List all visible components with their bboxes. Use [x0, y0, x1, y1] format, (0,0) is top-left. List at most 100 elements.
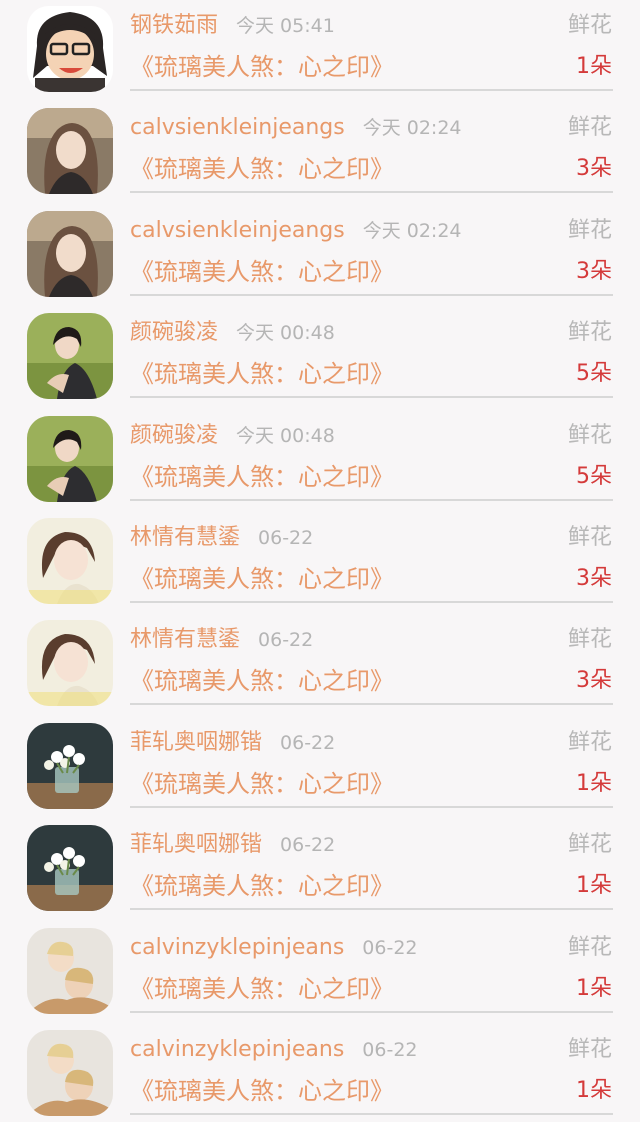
flower-count: 1朵: [576, 975, 612, 1001]
list-item[interactable]: 林情有慧鋈 06-22 鲜花 《琉璃美人煞：心之印》 3朵: [0, 512, 640, 614]
avatar[interactable]: [27, 1030, 113, 1116]
avatar[interactable]: [27, 415, 113, 502]
book-title[interactable]: 《琉璃美人煞：心之印》: [130, 562, 394, 596]
divider: [130, 1010, 613, 1013]
flower-count: 3朵: [576, 668, 612, 694]
flower-count: 3朵: [576, 258, 612, 284]
flower-gift-list: 钢铁茹雨 今天 05:41 鲜花 《琉璃美人煞：心之印》 1朵 calvsienk…: [0, 0, 640, 1122]
list-item[interactable]: calvsienkleinjeangs 今天 02:24 鲜花 《琉璃美人煞：心之…: [0, 102, 640, 204]
gift-type-label: 鲜花: [567, 217, 612, 243]
list-item[interactable]: 颜碗骏凌 今天 00:48 鲜花 《琉璃美人煞：心之印》 5朵: [0, 410, 640, 512]
gift-type-label: 鲜花: [567, 1037, 612, 1062]
gift-time: 06-22: [280, 731, 336, 754]
divider: [130, 1113, 613, 1115]
divider: [130, 191, 613, 194]
user-name[interactable]: calvinzyklepinjeans 06-22: [130, 1034, 418, 1066]
list-item[interactable]: 林情有慧鋈 06-22 鲜花 《琉璃美人煞：心之印》 3朵: [0, 614, 640, 716]
book-title[interactable]: 《琉璃美人煞：心之印》: [130, 255, 394, 289]
avatar[interactable]: [27, 6, 113, 92]
gift-time: 今天 05:41: [236, 15, 335, 37]
user-name[interactable]: 林情有慧鋈 06-22: [130, 522, 313, 554]
flower-count: 1朵: [576, 873, 612, 899]
avatar[interactable]: [27, 108, 113, 195]
gift-time: 今天 02:24: [362, 117, 462, 140]
gift-type-label: 鲜花: [567, 832, 612, 858]
gift-type-label: 鲜花: [567, 934, 612, 960]
flowers-avatar-icon: [27, 825, 113, 912]
list-item[interactable]: calvsienkleinjeangs 今天 02:24 鲜花 《琉璃美人煞：心之…: [0, 205, 640, 307]
gift-type-label: 鲜花: [567, 729, 612, 755]
flower-count: 3朵: [576, 156, 612, 182]
divider: [130, 293, 613, 296]
book-title[interactable]: 《琉璃美人煞：心之印》: [130, 152, 394, 186]
photo-avatar-icon: [27, 1030, 113, 1116]
divider: [130, 805, 613, 808]
book-title[interactable]: 《琉璃美人煞：心之印》: [130, 767, 394, 801]
gift-time: 今天 02:24: [362, 219, 462, 242]
gift-time: 06-22: [362, 936, 418, 959]
list-item[interactable]: 钢铁茹雨 今天 05:41 鲜花 《琉璃美人煞：心之印》 1朵: [0, 0, 640, 102]
user-name[interactable]: 颜碗骏凌 今天 00:48: [130, 420, 335, 452]
photo-avatar-icon: [27, 108, 113, 195]
avatar[interactable]: [27, 620, 113, 707]
gift-type-label: 鲜花: [567, 320, 612, 346]
avatar[interactable]: [27, 210, 113, 297]
gift-type-label: 鲜花: [567, 13, 612, 38]
photo-avatar-icon: [27, 210, 113, 297]
avatar[interactable]: [27, 518, 113, 604]
list-item[interactable]: calvinzyklepinjeans 06-22 鲜花 《琉璃美人煞：心之印》 …: [0, 1024, 640, 1122]
user-name[interactable]: 菲轧奥咽娜锴 06-22: [130, 727, 335, 759]
list-item[interactable]: 菲轧奥咽娜锴 06-22 鲜花 《琉璃美人煞：心之印》 1朵: [0, 819, 640, 921]
user-name[interactable]: calvsienkleinjeangs 今天 02:24: [130, 215, 462, 247]
flower-count: 1朵: [576, 54, 612, 79]
book-title[interactable]: 《琉璃美人煞：心之印》: [130, 1074, 394, 1108]
book-title[interactable]: 《琉璃美人煞：心之印》: [130, 50, 394, 84]
list-item[interactable]: calvinzyklepinjeans 06-22 鲜花 《琉璃美人煞：心之印》 …: [0, 922, 640, 1024]
user-name[interactable]: calvinzyklepinjeans 06-22: [130, 932, 418, 964]
avatar[interactable]: [27, 927, 113, 1014]
flower-count: 5朵: [576, 361, 612, 387]
gift-time: 今天 00:48: [236, 424, 335, 447]
list-item[interactable]: 颜碗骏凌 今天 00:48 鲜花 《琉璃美人煞：心之印》 5朵: [0, 307, 640, 409]
gift-type-label: 鲜花: [567, 627, 612, 653]
flower-count: 5朵: [576, 463, 612, 489]
cartoon-avatar-icon: [27, 6, 113, 92]
gift-time: 今天 00:48: [236, 322, 335, 345]
flower-count: 1朵: [576, 1078, 612, 1103]
book-title[interactable]: 《琉璃美人煞：心之印》: [130, 460, 394, 494]
avatar[interactable]: [27, 722, 113, 809]
photo-avatar-icon: [27, 518, 113, 604]
book-title[interactable]: 《琉璃美人煞：心之印》: [130, 869, 394, 903]
divider: [130, 908, 613, 911]
photo-avatar-icon: [27, 620, 113, 707]
list-item[interactable]: 菲轧奥咽娜锴 06-22 鲜花 《琉璃美人煞：心之印》 1朵: [0, 717, 640, 819]
book-title[interactable]: 《琉璃美人煞：心之印》: [130, 664, 394, 698]
gift-time: 06-22: [362, 1039, 418, 1061]
user-name[interactable]: 颜碗骏凌 今天 00:48: [130, 317, 335, 349]
gift-time: 06-22: [258, 629, 314, 652]
gift-type-label: 鲜花: [567, 422, 612, 448]
divider: [130, 89, 613, 91]
photo-avatar-icon: [27, 313, 113, 400]
flowers-avatar-icon: [27, 722, 113, 809]
flower-count: 1朵: [576, 770, 612, 796]
photo-avatar-icon: [27, 927, 113, 1014]
user-name[interactable]: 钢铁茹雨 今天 05:41: [130, 10, 335, 42]
gift-time: 06-22: [280, 834, 336, 857]
book-title[interactable]: 《琉璃美人煞：心之印》: [130, 357, 394, 391]
photo-avatar-icon: [27, 415, 113, 502]
gift-type-label: 鲜花: [567, 525, 612, 550]
gift-type-label: 鲜花: [567, 115, 612, 141]
gift-time: 06-22: [258, 527, 314, 549]
divider: [130, 703, 613, 706]
avatar[interactable]: [27, 313, 113, 400]
divider: [130, 498, 613, 501]
user-name[interactable]: 菲轧奥咽娜锴 06-22: [130, 829, 335, 861]
flower-count: 3朵: [576, 566, 612, 591]
divider: [130, 396, 613, 399]
avatar[interactable]: [27, 825, 113, 912]
book-title[interactable]: 《琉璃美人煞：心之印》: [130, 972, 394, 1006]
user-name[interactable]: calvsienkleinjeangs 今天 02:24: [130, 112, 462, 144]
divider: [130, 601, 613, 603]
user-name[interactable]: 林情有慧鋈 06-22: [130, 624, 313, 656]
